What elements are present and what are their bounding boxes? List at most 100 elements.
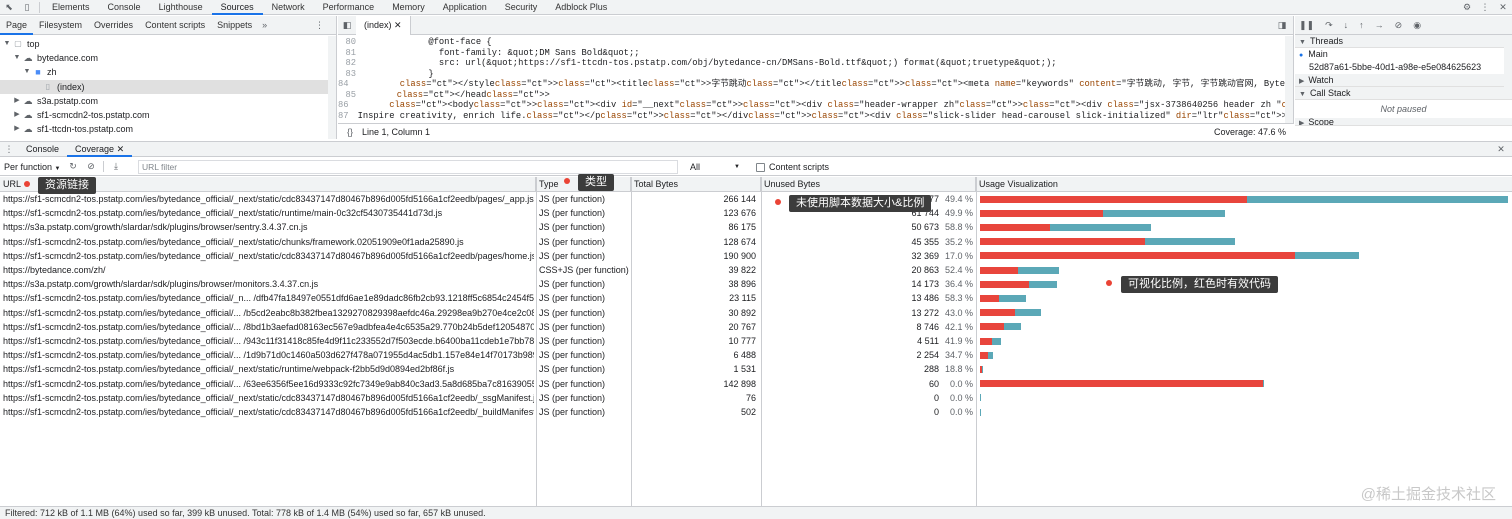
tab-application[interactable]: Application (434, 0, 496, 15)
tree-item[interactable]: ▼ ▢ top (0, 37, 336, 51)
toggle-navigator-icon[interactable]: ◧ (338, 18, 356, 33)
tab-security[interactable]: Security (496, 0, 547, 15)
triangle-down-icon[interactable]: ▼ (22, 65, 32, 79)
tab-performance[interactable]: Performance (314, 0, 384, 15)
triangle-down-icon[interactable]: ▼ (2, 37, 12, 51)
pause-on-exceptions-icon[interactable]: ◉ (1413, 20, 1421, 31)
editor-scrollbar[interactable] (1285, 36, 1293, 123)
table-row[interactable]: https://sf1-scmcdn2-tos.pstatp.com/ies/b… (0, 320, 1512, 334)
table-row[interactable]: https://sf1-scmcdn2-tos.pstatp.com/ies/b… (0, 306, 1512, 320)
close-tab-icon[interactable]: ✕ (117, 144, 125, 154)
table-row[interactable]: https://sf1-scmcdn2-tos.pstatp.com/ies/b… (0, 348, 1512, 362)
step-into-icon[interactable]: ↓ (1344, 20, 1349, 30)
table-row[interactable]: https://sf1-scmcdn2-tos.pstatp.com/ies/b… (0, 235, 1512, 249)
tree-item[interactable]: ▼ ☁ bytedance.com (0, 51, 336, 65)
table-row[interactable]: https://sf1-scmcdn2-tos.pstatp.com/ies/b… (0, 334, 1512, 348)
more-options-icon[interactable]: ⋮ (1476, 0, 1494, 15)
line-number[interactable]: 80 (338, 37, 365, 48)
close-drawer-icon[interactable]: ✕ (1492, 142, 1510, 157)
triangle-right-icon[interactable]: ▶ (12, 94, 22, 108)
line-number[interactable]: 84 (338, 79, 358, 90)
thread-worker[interactable]: 52d87a61-5bbe-40d1-a98e-e5e084625623 (1295, 61, 1512, 74)
export-icon[interactable]: ⤓ (107, 159, 125, 174)
table-row[interactable]: https://s3a.pstatp.com/growth/slardar/sd… (0, 277, 1512, 291)
code-area[interactable]: 80 @font-face {81 font-family: &quot;DM … (338, 35, 1286, 122)
column-header-total-bytes[interactable]: Total Bytes (631, 177, 761, 192)
editor-tab-index[interactable]: (index) ✕ (356, 15, 411, 35)
code-line: 84 class="ct"></styleclass="ct">>class="… (338, 79, 1286, 90)
line-number[interactable]: 83 (338, 69, 365, 80)
table-row[interactable]: https://sf1-scmcdn2-tos.pstatp.com/ies/b… (0, 249, 1512, 263)
tree-item[interactable]: ▶ ☁ sf1-ttcdn-tos.pstatp.com (0, 122, 336, 136)
reload-icon[interactable]: ↻ (64, 159, 82, 174)
column-header-usage[interactable]: Usage Visualization (976, 177, 1512, 192)
call-stack-section[interactable]: ▼ Call Stack (1295, 87, 1512, 100)
watch-section[interactable]: ▶ Watch (1295, 74, 1512, 87)
line-number[interactable]: 87 (338, 111, 358, 122)
tab-sources[interactable]: Sources (211, 0, 263, 15)
navigator-menu-icon[interactable]: ⋮ (315, 20, 324, 31)
pause-icon[interactable]: ❚❚ (1299, 20, 1314, 31)
table-row[interactable]: https://sf1-scmcdn2-tos.pstatp.com/ies/b… (0, 291, 1512, 305)
tree-item[interactable]: ▶ ☁ s3a.pstatp.com (0, 94, 336, 108)
table-row[interactable]: https://sf1-scmcdn2-tos.pstatp.com/ies/b… (0, 377, 1512, 391)
nav-tab-filesystem[interactable]: Filesystem (33, 16, 88, 35)
line-number[interactable]: 81 (338, 48, 365, 59)
checkbox[interactable] (756, 162, 765, 172)
threads-section[interactable]: ▼ Threads (1295, 35, 1512, 48)
tab-network[interactable]: Network (263, 0, 314, 15)
toggle-debugger-icon[interactable]: ◨ (1273, 18, 1291, 33)
drawer-tab-console[interactable]: Console (18, 142, 67, 157)
tree-item[interactable]: ▯ (index) (0, 79, 336, 94)
column-header-unused-bytes[interactable]: Unused Bytes (761, 177, 976, 192)
drawer-tab-coverage[interactable]: Coverage ✕ (67, 142, 133, 157)
nav-tab-overrides[interactable]: Overrides (88, 16, 139, 35)
clear-icon[interactable]: ⊘ (82, 159, 100, 174)
navigator-scrollbar[interactable] (328, 36, 336, 139)
more-tabs-icon[interactable]: » (258, 20, 271, 30)
close-tab-icon[interactable]: ✕ (394, 20, 402, 30)
debugger-scrollbar[interactable] (1504, 36, 1512, 96)
tab-console[interactable]: Console (99, 0, 150, 15)
step-icon[interactable]: → (1375, 20, 1384, 30)
tree-item[interactable]: ▼ ■ zh (0, 65, 336, 79)
scope-section[interactable]: ▶ Scope (1295, 118, 1512, 126)
triangle-down-icon[interactable]: ▼ (12, 51, 22, 65)
table-row[interactable]: https://sf1-scmcdn2-tos.pstatp.com/ies/b… (0, 362, 1512, 376)
nav-tab-page[interactable]: Page (0, 16, 34, 35)
thread-main[interactable]: ● Main (1295, 48, 1512, 61)
pretty-print-icon[interactable]: {} (338, 127, 362, 137)
tab-elements[interactable]: Elements (43, 0, 99, 15)
triangle-right-icon[interactable]: ▶ (12, 122, 22, 136)
line-number[interactable]: 86 (338, 100, 358, 111)
line-number[interactable]: 85 (338, 90, 365, 101)
step-out-icon[interactable]: ↑ (1359, 20, 1364, 30)
gear-icon[interactable]: ⚙ (1458, 0, 1476, 15)
table-row[interactable]: https://sf1-scmcdn2-tos.pstatp.com/ies/b… (0, 405, 1512, 419)
tab-adblock-plus[interactable]: Adblock Plus (546, 0, 616, 15)
nav-tab-content-scripts[interactable]: Content scripts (139, 16, 211, 35)
table-row[interactable]: https://sf1-scmcdn2-tos.pstatp.com/ies/b… (0, 391, 1512, 405)
close-icon[interactable]: ✕ (1494, 0, 1512, 15)
cell-url: https://sf1-scmcdn2-tos.pstatp.com/ies/b… (3, 392, 534, 403)
table-row[interactable]: https://bytedance.com/zh/CSS+JS (per fun… (0, 263, 1512, 277)
device-toolbar-icon[interactable]: ▯ (18, 0, 36, 15)
line-number[interactable]: 82 (338, 58, 365, 69)
content-scripts-toggle[interactable]: Content scripts (756, 162, 829, 172)
table-row[interactable]: https://sf1-scmcdn2-tos.pstatp.com/ies/b… (0, 192, 1512, 206)
coverage-mode-select[interactable]: Per function ▼ (0, 162, 64, 172)
table-row[interactable]: https://sf1-scmcdn2-tos.pstatp.com/ies/b… (0, 206, 1512, 220)
tab-lighthouse[interactable]: Lighthouse (150, 0, 212, 15)
inspect-element-icon[interactable]: ⬉ (0, 0, 18, 15)
drawer-menu-icon[interactable]: ⋮ (0, 142, 18, 157)
type-filter-select[interactable]: All ▼ (686, 160, 744, 174)
step-over-icon[interactable]: ↷ (1325, 20, 1333, 31)
nav-tab-snippets[interactable]: Snippets (211, 16, 258, 35)
table-row[interactable]: https://s3a.pstatp.com/growth/slardar/sd… (0, 220, 1512, 234)
url-filter-input[interactable] (138, 160, 678, 174)
line-number[interactable]: 88 (338, 121, 365, 122)
tree-item[interactable]: ▶ ☁ sf1-scmcdn2-tos.pstatp.com (0, 108, 336, 122)
tab-memory[interactable]: Memory (383, 0, 434, 15)
triangle-right-icon[interactable]: ▶ (12, 108, 22, 122)
deactivate-breakpoints-icon[interactable]: ⊘ (1395, 20, 1403, 31)
